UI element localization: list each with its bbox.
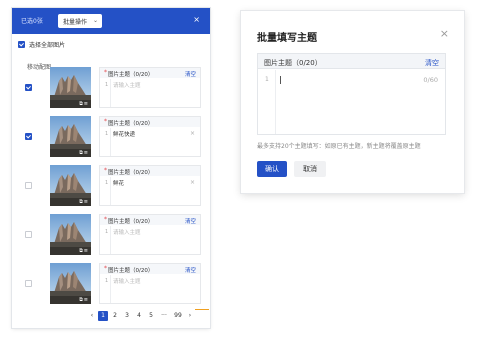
line-number: 1 (105, 278, 109, 284)
line-number-gutter (275, 70, 276, 134)
cancel-button[interactable]: 取消 (294, 161, 326, 177)
image-tools-icon[interactable]: ⧉≡ (79, 101, 89, 107)
subject-textarea-box: 图片主题（0/20） 清空 1 0/60 (257, 53, 446, 135)
item-image[interactable]: ⧉≡ (50, 165, 91, 206)
subject-input[interactable]: 请输入主题 (113, 277, 141, 285)
item-image[interactable]: ⧉≡ (50, 116, 91, 157)
required-mark: * (104, 69, 107, 76)
subject-title: 图片主题（0/20） (108, 121, 154, 127)
panel-header: 已选0张 批量操作 ⌄ × (12, 8, 210, 34)
line-number-gutter (110, 177, 111, 205)
line-number: 1 (105, 82, 109, 88)
close-icon[interactable]: × (193, 16, 200, 24)
hint-text: 最多支持20个主题填写：如原已有主题，新主题将覆盖原主题 (257, 143, 421, 150)
required-mark: * (104, 167, 107, 174)
page-button[interactable]: 3 (122, 311, 132, 321)
item-checkbox[interactable] (25, 231, 32, 238)
select-all-checkbox[interactable] (18, 41, 25, 48)
line-number-gutter (110, 79, 111, 107)
line-number-gutter (110, 226, 111, 254)
item-image[interactable]: ⧉≡ (50, 214, 91, 255)
item-checkbox[interactable] (25, 84, 32, 91)
subject-input[interactable]: 鲜花 (113, 179, 124, 187)
item-checkbox[interactable] (25, 280, 32, 287)
item-image[interactable]: ⧉≡ (50, 263, 91, 304)
required-mark: * (104, 216, 107, 223)
subject-input[interactable]: 请输入主题 (113, 228, 141, 236)
image-tools-icon[interactable]: ⧉≡ (79, 297, 89, 303)
line-number-gutter (110, 275, 111, 303)
subject-card-header: * 图片主题（0/20） 清空 (100, 68, 200, 78)
line-number: 1 (105, 131, 109, 137)
subject-card-header: * 图片主题（0/20） 清空 (100, 215, 200, 225)
remove-icon[interactable]: × (190, 130, 195, 137)
required-mark: * (104, 265, 107, 272)
subject-card-header: * 图片主题（0/20） (100, 166, 200, 176)
clear-link[interactable]: 清空 (185, 70, 196, 78)
line-number: 1 (105, 180, 109, 186)
close-icon[interactable]: × (440, 28, 449, 39)
subject-card: * 图片主题（0/20） 1 鲜花快递 × (99, 116, 201, 157)
image-tools-icon[interactable]: ⧉≡ (79, 248, 89, 254)
list-item: ⧉≡ * 图片主题（0/20） 1 鲜花快递 × (23, 116, 203, 162)
remove-icon[interactable]: × (190, 179, 195, 186)
image-tools-icon[interactable]: ⧉≡ (79, 150, 89, 156)
subject-title: 图片主题（0/20） (108, 268, 154, 274)
batch-action-label: 批量操作 (63, 19, 88, 26)
select-all-label: 选择全部图片 (29, 42, 66, 49)
item-checkbox[interactable] (25, 182, 32, 189)
line-number: 1 (105, 229, 109, 235)
clear-link[interactable]: 清空 (425, 58, 439, 68)
page-button[interactable]: 99 (172, 311, 184, 321)
subject-card: * 图片主题（0/20） 清空 1 请输入主题 (99, 214, 201, 255)
subject-input[interactable]: 鲜花快递 (113, 130, 135, 138)
subject-title: 图片主题（0/20） (108, 219, 154, 225)
line-number-gutter (110, 128, 111, 156)
subject-card: * 图片主题（0/20） 1 鲜花 × (99, 165, 201, 206)
dialog-title: 批量填写主题 (257, 33, 317, 44)
page-button[interactable]: 4 (134, 311, 144, 321)
list-item: ⧉≡ * 图片主题（0/20） 清空 1 请输入主题 (23, 67, 203, 113)
item-checkbox[interactable] (25, 133, 32, 140)
image-tools-icon[interactable]: ⧉≡ (79, 199, 89, 205)
list-item: ⧉≡ * 图片主题（0/20） 清空 1 请输入主题 (23, 214, 203, 260)
page-button[interactable]: ··· (158, 311, 170, 321)
page-button[interactable]: 1 (98, 311, 108, 321)
subject-card: * 图片主题（0/20） 清空 1 请输入主题 (99, 263, 201, 304)
subject-textarea[interactable] (280, 76, 281, 84)
batch-subject-dialog: 批量填写主题 × 图片主题（0/20） 清空 1 0/60 最多支持20个主题填… (241, 11, 464, 193)
list-item: ⧉≡ * 图片主题（0/20） 1 鲜花 × (23, 165, 203, 211)
divider (195, 309, 209, 310)
subject-card: * 图片主题（0/20） 清空 1 请输入主题 (99, 67, 201, 108)
clear-link[interactable]: 清空 (185, 217, 196, 225)
subject-box-header: 图片主题（0/20） 清空 (258, 54, 445, 69)
confirm-button[interactable]: 确认 (257, 161, 287, 177)
page-button[interactable]: 2 (110, 311, 120, 321)
subject-input[interactable]: 请输入主题 (113, 81, 141, 89)
page-button[interactable]: 5 (146, 311, 156, 321)
prev-page-button[interactable]: ‹ (88, 311, 96, 321)
subject-card-header: * 图片主题（0/20） (100, 117, 200, 127)
image-list-panel: 已选0张 批量操作 ⌄ × 选择全部图片 移动配图 ⧉≡ * 图片主题（0/20）清… (12, 8, 210, 328)
item-image[interactable]: ⧉≡ (50, 67, 91, 108)
batch-action-select[interactable]: 批量操作 ⌄ (58, 14, 102, 28)
subject-title: 图片主题（0/20） (108, 72, 154, 78)
char-counter: 0/60 (423, 76, 438, 84)
list-item: ⧉≡ * 图片主题（0/20） 清空 1 请输入主题 (23, 263, 203, 309)
selected-count: 已选0张 (21, 18, 43, 25)
next-page-button[interactable]: › (186, 311, 194, 321)
chevron-down-icon: ⌄ (92, 17, 98, 24)
clear-link[interactable]: 清空 (185, 266, 196, 274)
subject-title: 图片主题（0/20） (108, 170, 154, 176)
subject-box-title: 图片主题（0/20） (264, 59, 322, 67)
line-number: 1 (265, 76, 269, 83)
subject-card-header: * 图片主题（0/20） 清空 (100, 264, 200, 274)
required-mark: * (104, 118, 107, 125)
